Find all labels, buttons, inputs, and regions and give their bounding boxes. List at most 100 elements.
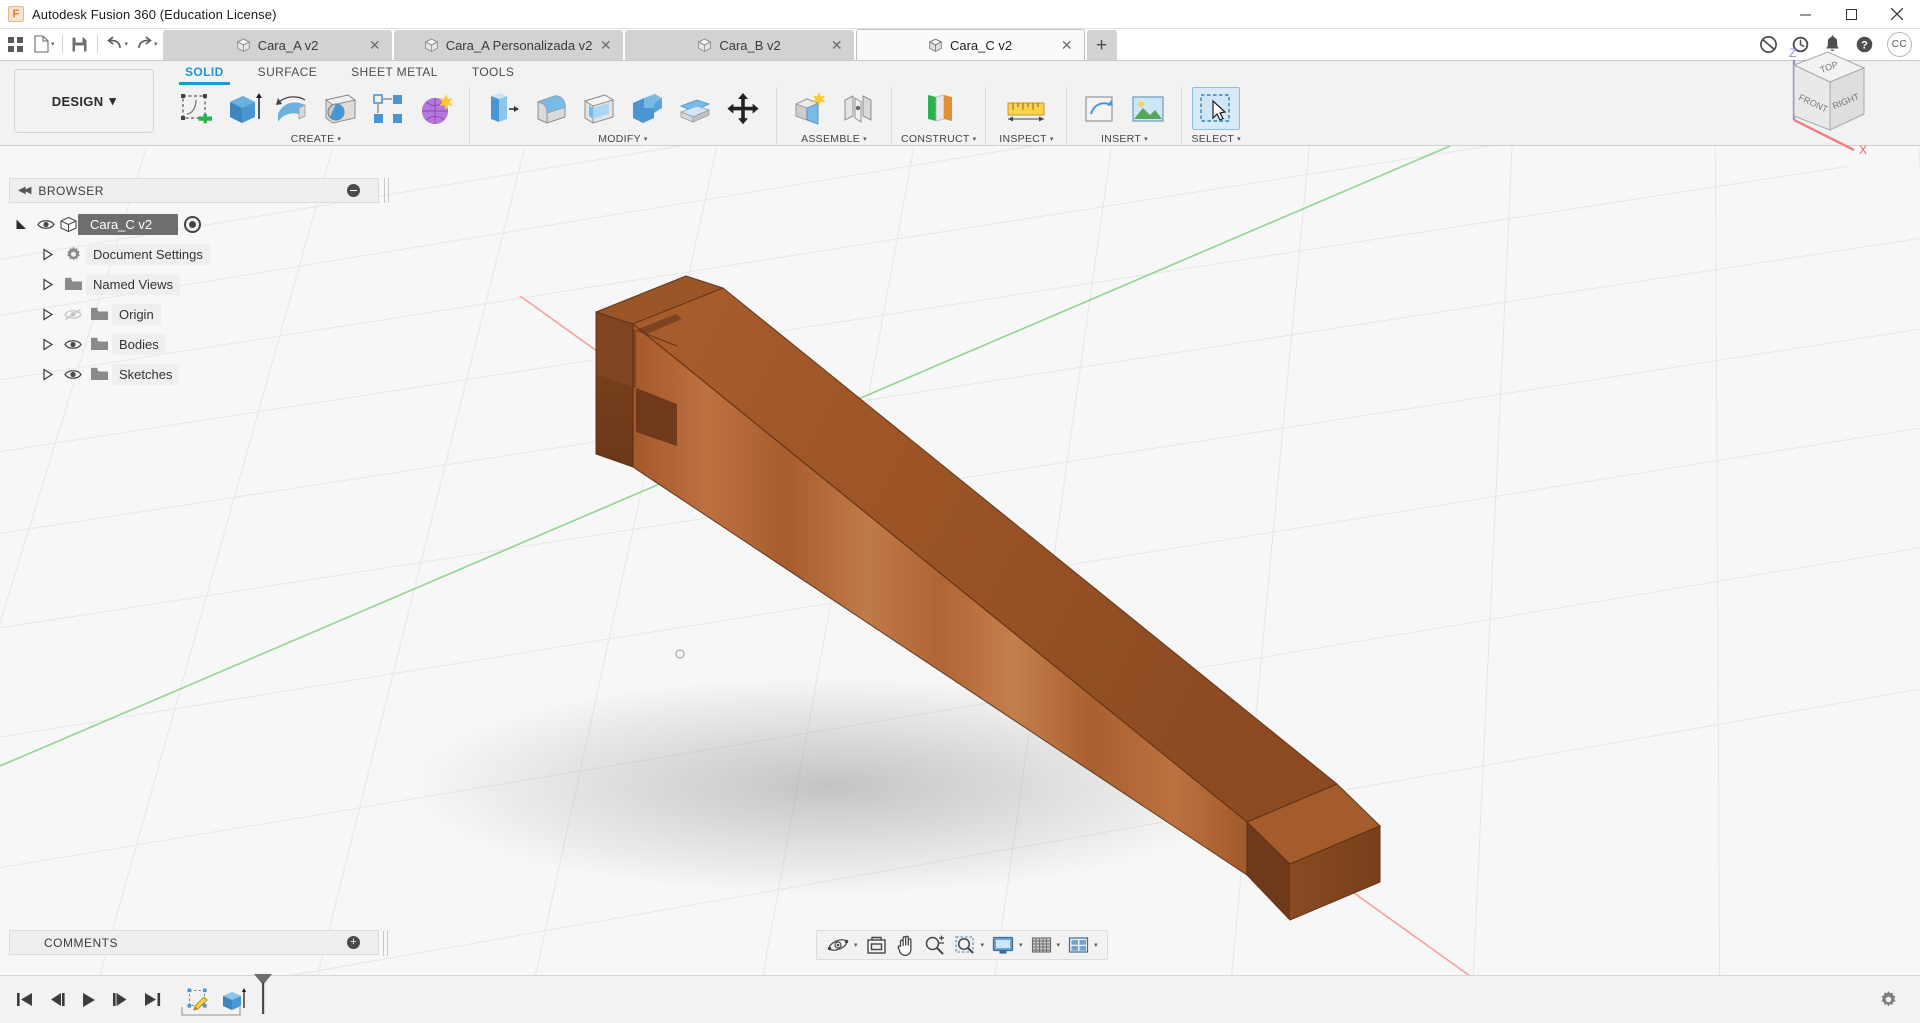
workspace-switcher[interactable]: DESIGN ▾ [14,69,154,133]
hole-icon[interactable] [316,87,364,130]
fillet-icon[interactable] [527,87,575,130]
ribbon-group-label-modify[interactable]: MODIFY ▾ [598,133,647,145]
new-tab-button[interactable]: + [1087,30,1117,60]
go-to-end-icon[interactable] [136,983,168,1017]
ribbon-group-label-insert[interactable]: INSERT ▾ [1101,133,1148,145]
minimize-icon[interactable] [347,184,360,197]
play-icon[interactable] [72,983,104,1017]
chevron-down-icon[interactable]: ▾ [981,941,988,949]
look-at-icon[interactable] [862,932,891,958]
undo-icon[interactable] [102,31,128,57]
tree-item-sketches[interactable]: Sketches [9,359,379,389]
ribbon-group-label-assemble[interactable]: ASSEMBLE ▾ [801,133,867,145]
select-window-icon[interactable] [1192,87,1240,130]
close-button[interactable] [1874,0,1920,29]
step-forward-icon[interactable] [104,983,136,1017]
tab-surface[interactable]: SURFACE [241,61,334,82]
activate-component-radio[interactable] [184,216,201,233]
minimize-button[interactable] [1782,0,1828,29]
document-tab-close-icon[interactable]: ✕ [1061,38,1073,52]
tree-item-cara-c[interactable]: Cara_C v2 [9,209,379,239]
folder-icon [86,337,112,351]
tree-item-named-views[interactable]: Named Views [9,269,379,299]
tab-tools[interactable]: TOOLS [455,61,531,82]
insert-derive-icon[interactable] [1076,87,1124,130]
expand-arrow-icon[interactable] [9,218,33,231]
visibility-eye-icon[interactable] [60,338,86,351]
redo-icon[interactable] [131,31,157,57]
extrude-icon[interactable] [220,87,268,130]
visibility-eye-icon[interactable] [60,368,86,381]
panel-resize-grip[interactable] [384,178,389,203]
expand-arrow-icon[interactable] [36,278,60,291]
insert-canvas-icon[interactable] [1124,87,1172,130]
visibility-off-eye-icon[interactable] [60,308,86,321]
form-icon[interactable] [412,87,460,130]
new-component-icon[interactable] [786,87,834,130]
combine-icon[interactable] [623,87,671,130]
expand-arrow-icon[interactable] [36,248,60,261]
add-comment-button[interactable]: + [347,936,360,949]
press-pull-icon[interactable] [479,87,527,130]
collapse-left-icon[interactable]: ◀◀ [18,185,29,196]
create-sketch-icon[interactable] [172,87,220,130]
ribbon-group-create: CREATE ▾ [168,87,464,145]
ribbon-group-label-construct[interactable]: CONSTRUCT ▾ [901,133,976,145]
go-to-beginning-icon[interactable] [8,983,40,1017]
group-label-text: CREATE [291,133,335,145]
chevron-down-icon[interactable]: ▾ [1019,941,1026,949]
zoom-window-icon[interactable] [950,932,980,958]
viewports-icon[interactable] [1064,932,1093,958]
save-icon[interactable] [67,31,93,57]
document-tab-close-icon[interactable]: ✕ [600,38,612,52]
joint-icon[interactable] [834,87,882,130]
measure-icon[interactable] [995,87,1057,130]
timeline-settings-icon[interactable] [1872,983,1904,1017]
document-tab-cara-a[interactable]: Cara_A v2 ✕ [163,30,392,60]
document-tab-cara-b[interactable]: Cara_B v2 ✕ [625,30,854,60]
document-tab-close-icon[interactable]: ✕ [369,38,381,52]
pan-hand-icon[interactable] [892,932,919,958]
tree-item-origin[interactable]: Origin [9,299,379,329]
tree-item-document-settings[interactable]: Document Settings [9,239,379,269]
expand-arrow-icon[interactable] [36,338,60,351]
move-copy-icon[interactable] [719,87,767,130]
avatar[interactable]: CC [1887,32,1912,57]
offset-plane-icon[interactable] [910,87,968,130]
document-tab-cara-a-personalizada[interactable]: Cara_A Personalizada v2 ✕ [394,30,623,60]
maximize-button[interactable] [1828,0,1874,29]
ribbon-group-label-inspect[interactable]: INSPECT ▾ [999,133,1053,145]
expand-arrow-icon[interactable] [36,368,60,381]
chevron-down-icon[interactable]: ▾ [1057,941,1064,949]
expand-arrow-icon[interactable] [36,308,60,321]
grid-snaps-icon[interactable] [1027,932,1056,958]
viewcube-z-label: Z [1789,46,1796,60]
tree-item-bodies[interactable]: Bodies [9,329,379,359]
revolve-icon[interactable] [268,87,316,130]
view-cube[interactable]: Z X TOP FRONT RIGHT [1762,38,1882,158]
tab-solid[interactable]: SOLID [168,61,241,82]
offset-face-icon[interactable] [671,87,719,130]
visibility-eye-icon[interactable] [33,218,59,231]
workspace-label: DESIGN [52,94,104,109]
ribbon-group-label-select[interactable]: SELECT ▾ [1191,133,1240,145]
ribbon-group-label-create[interactable]: CREATE ▾ [291,133,341,145]
panel-resize-grip[interactable] [383,931,388,956]
display-settings-icon[interactable] [988,932,1018,958]
grid-icon[interactable] [2,31,28,57]
shell-icon[interactable] [575,87,623,130]
tab-sheet-metal[interactable]: SHEET METAL [334,61,455,82]
document-tab-close-icon[interactable]: ✕ [831,38,843,52]
chevron-down-icon[interactable]: ▾ [1094,941,1101,949]
pattern-icon[interactable] [364,87,412,130]
step-backward-icon[interactable] [40,983,72,1017]
comments-panel[interactable]: COMMENTS + [9,930,379,955]
document-tab-cara-c[interactable]: Cara_C v2 ✕ [856,29,1085,60]
orbit-icon[interactable] [823,932,853,958]
chevron-down-icon[interactable]: ▾ [854,941,861,949]
new-document-icon[interactable] [28,31,54,57]
zoom-icon[interactable] [920,932,949,958]
body-cube-icon [236,38,251,53]
timeline-marker-icon[interactable] [250,980,276,1020]
viewcube-x-label: X [1859,143,1867,157]
